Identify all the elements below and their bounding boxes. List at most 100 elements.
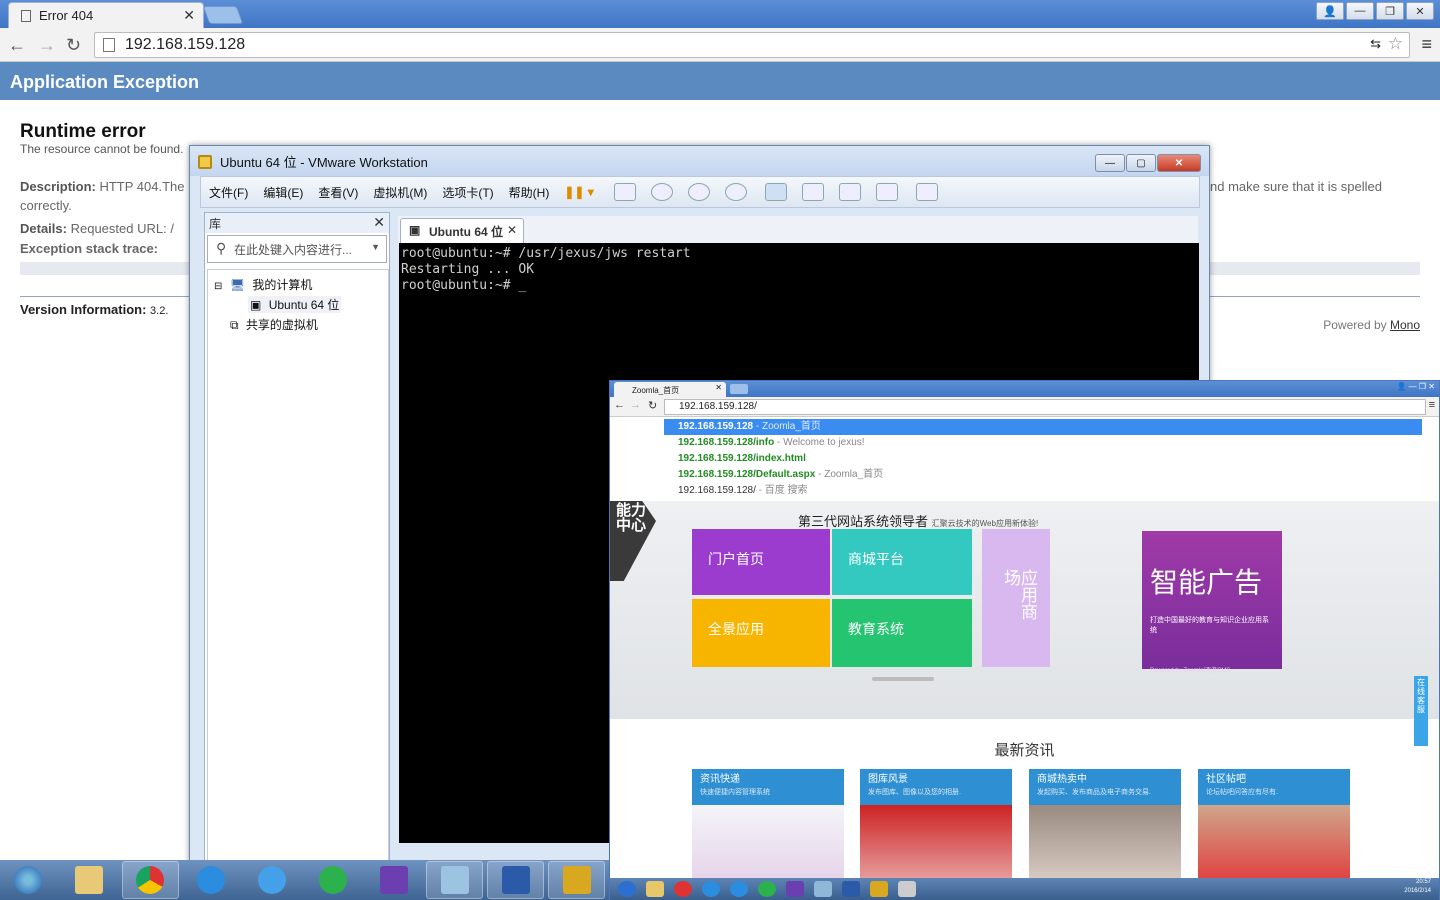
tree-item-ubuntu[interactable]: ▣ Ubuntu 64 位 (248, 296, 342, 313)
suggestion-url: 192.168.159.128 (678, 421, 754, 432)
revert-snapshot-icon[interactable] (687, 183, 710, 201)
forward-icon[interactable]: → (630, 399, 641, 411)
word-icon[interactable] (842, 881, 860, 897)
menu-vm[interactable]: 虚拟机(M) (373, 184, 427, 201)
news-card[interactable]: 商城热卖中 发起购买、发布商品及电子商务交易. (1029, 769, 1181, 881)
taskbar-ie[interactable] (183, 861, 240, 899)
guest-address-bar[interactable]: 192.168.159.128/ (664, 399, 1426, 415)
error-title: Runtime error (20, 121, 146, 142)
translate-icon[interactable]: ⇆ (1370, 36, 1381, 52)
send-keys-icon[interactable] (613, 183, 636, 201)
reload-icon[interactable]: ↻ (648, 399, 657, 412)
taskbar-visual-studio[interactable] (365, 861, 422, 899)
taskbar-explorer[interactable] (61, 861, 118, 899)
chrome-icon[interactable] (674, 881, 692, 897)
menu-file[interactable]: 文件(F) (209, 184, 248, 201)
guest-tab[interactable]: Zoomla_首页 ✕ (614, 382, 726, 397)
vmware-icon[interactable] (870, 881, 888, 897)
clock-date: 2016/2/14 (1404, 888, 1431, 894)
dropdown-icon[interactable]: ▼ (371, 242, 380, 252)
vm-maximize-button[interactable]: ▢ (1126, 154, 1156, 172)
mono-link[interactable]: Mono (1390, 318, 1420, 332)
suggestion-item[interactable]: 192.168.159.128 - Zoomla_首页 (664, 419, 1422, 435)
side-badge[interactable]: 能力中心 (610, 501, 656, 581)
sidebar-toggle-icon[interactable] (764, 183, 787, 201)
close-button[interactable]: ✕ (1406, 2, 1434, 20)
ie-icon[interactable] (702, 881, 720, 897)
snapshot-manager-icon[interactable] (724, 183, 747, 201)
suggestion-item[interactable]: 192.168.159.128/index.html (664, 451, 1422, 467)
tile-education[interactable]: 教育系统 (832, 599, 972, 667)
hero-banner: 能力中心 第三代网站系统领导者 汇聚云技术的Web应用新体验! 门户首页 商城平… (610, 501, 1439, 746)
maximize-button[interactable]: ❐ (1376, 2, 1404, 20)
online-service-tab[interactable]: 在线客服 (1414, 676, 1428, 746)
taskbar-notepad[interactable] (426, 861, 484, 899)
vm-close-button[interactable]: ✕ (1157, 154, 1201, 172)
start-button[interactable] (0, 861, 57, 899)
chrome-icon (136, 866, 165, 894)
taskbar-chrome[interactable] (121, 861, 179, 899)
news-card[interactable]: 资讯快递 快速便捷内容管理系统 (692, 769, 844, 881)
carousel-indicator[interactable] (872, 677, 934, 681)
new-tab-button[interactable] (730, 384, 748, 394)
library-close-icon[interactable]: ✕ (373, 214, 385, 231)
fullscreen-icon[interactable] (838, 183, 861, 201)
forward-icon[interactable]: → (38, 35, 56, 56)
snapshot-icon[interactable] (650, 183, 673, 201)
news-card[interactable]: 社区帖吧 论坛帖吧问答应有尽有. (1198, 769, 1350, 881)
vm-minimize-button[interactable]: — (1095, 154, 1125, 172)
collapse-icon[interactable]: ⊟ (214, 281, 222, 292)
guest-window-controls[interactable]: 👤 — ❐ ✕ (1396, 382, 1435, 391)
shared-vm-icon: ⧉ (230, 318, 239, 332)
close-tab-icon[interactable]: ✕ (507, 223, 517, 237)
ad-banner[interactable]: 智能广告 打造中国最好的教育与知识企业应用系统 Powered by Zooml… (1142, 531, 1282, 674)
suggestion-item[interactable]: 192.168.159.128/ - 百度 搜索 (664, 483, 1422, 499)
menu-view[interactable]: 查看(V) (318, 184, 358, 201)
explorer-icon[interactable] (646, 881, 664, 897)
notepad-icon[interactable] (814, 881, 832, 897)
tile-app-store[interactable]: 应用商场 (982, 529, 1050, 667)
back-icon[interactable]: ← (8, 35, 26, 56)
tab-ubuntu[interactable]: ▣ Ubuntu 64 位 ✕ (400, 218, 524, 244)
ie-alt-icon[interactable] (730, 881, 748, 897)
menu-help[interactable]: 帮助(H) (509, 184, 550, 201)
suggestion-item[interactable]: 192.168.159.128/Default.aspx - Zoomla_首页 (664, 467, 1422, 483)
menu-tabs[interactable]: 选项卡(T) (442, 184, 493, 201)
thumbnail-icon[interactable] (915, 183, 938, 201)
taskbar-360[interactable] (304, 861, 361, 899)
library-search-input[interactable]: ⚲ 在此处键入内容进行... ▼ (207, 235, 387, 263)
start-icon[interactable] (618, 881, 636, 897)
guest-clock[interactable]: 20:57 2016/2/14 (1404, 878, 1431, 896)
taskbar-word[interactable] (487, 861, 545, 899)
description-tail: nd make sure that it is spelled (1210, 179, 1382, 194)
back-icon[interactable]: ← (614, 399, 625, 411)
pause-icon[interactable]: ❚❚ ▾ (564, 185, 593, 199)
close-tab-icon[interactable]: ✕ (183, 7, 195, 24)
tree-item-my-computer[interactable]: ⊟ 🖥 我的计算机 (214, 276, 312, 293)
suggestion-item[interactable]: 192.168.159.128/info - Welcome to jexus! (664, 435, 1422, 451)
address-bar[interactable]: 192.168.159.128 ⇆ ☆ (94, 32, 1410, 58)
360-icon[interactable] (758, 881, 776, 897)
user-icon[interactable]: 👤 (1316, 2, 1344, 20)
reload-icon[interactable]: ↻ (66, 35, 81, 56)
visual-studio-icon[interactable] (786, 881, 804, 897)
minimize-button[interactable]: — (1346, 2, 1374, 20)
tile-panorama[interactable]: 全景应用 (692, 599, 830, 667)
menu-edit[interactable]: 编辑(E) (263, 184, 303, 201)
tile-portal[interactable]: 门户首页 (692, 529, 830, 595)
tile-mall[interactable]: 商城平台 (832, 529, 972, 595)
tree-item-shared-vms[interactable]: ⧉ 共享的虚拟机 (230, 316, 318, 333)
unity-icon[interactable] (875, 183, 898, 201)
close-tab-icon[interactable]: ✕ (715, 383, 722, 392)
console-view-icon[interactable] (801, 183, 824, 201)
new-tab-button[interactable] (202, 6, 244, 24)
bookmark-star-icon[interactable]: ☆ (1388, 34, 1403, 54)
tab-error-404[interactable]: Error 404 ✕ (8, 2, 204, 28)
word-icon (501, 866, 530, 894)
taskbar-vmware[interactable] (548, 861, 606, 899)
menu-icon[interactable]: ≡ (1421, 34, 1432, 55)
network-icon[interactable] (898, 881, 916, 897)
menu-icon[interactable]: ≡ (1429, 399, 1435, 411)
news-card[interactable]: 图库风景 发布图库、图像以及您的相册. (860, 769, 1012, 881)
taskbar-ie-alt[interactable] (244, 861, 301, 899)
